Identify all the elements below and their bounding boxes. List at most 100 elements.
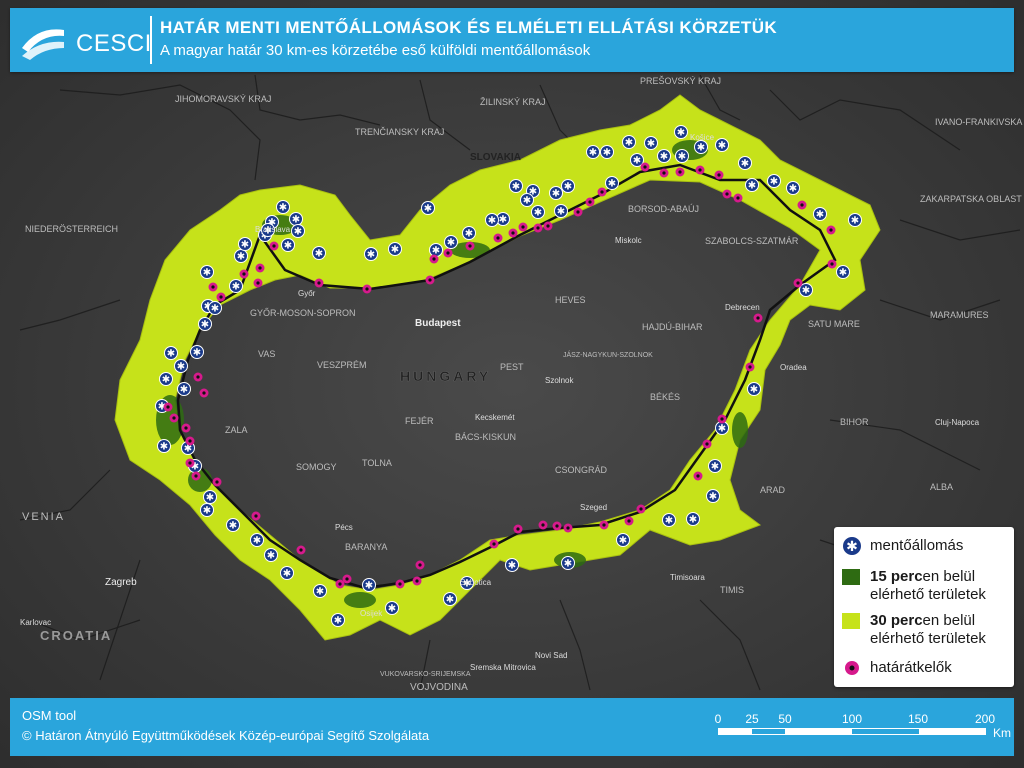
border-crossing-marker[interactable] <box>208 282 218 292</box>
ambulance-station-marker[interactable]: ✱ <box>157 439 171 453</box>
border-crossing-marker[interactable] <box>695 165 705 175</box>
border-crossing-marker[interactable] <box>425 275 435 285</box>
ambulance-station-marker[interactable]: ✱ <box>250 533 264 547</box>
border-crossing-marker[interactable] <box>722 189 732 199</box>
ambulance-station-marker[interactable]: ✱ <box>509 179 523 193</box>
border-crossing-marker[interactable] <box>702 439 712 449</box>
ambulance-station-marker[interactable]: ✱ <box>291 224 305 238</box>
border-crossing-marker[interactable] <box>513 524 523 534</box>
ambulance-station-marker[interactable]: ✱ <box>198 317 212 331</box>
ambulance-station-marker[interactable]: ✱ <box>505 558 519 572</box>
border-crossing-marker[interactable] <box>693 471 703 481</box>
ambulance-station-marker[interactable]: ✱ <box>561 556 575 570</box>
border-crossing-marker[interactable] <box>636 504 646 514</box>
ambulance-station-marker[interactable]: ✱ <box>200 265 214 279</box>
ambulance-station-marker[interactable]: ✱ <box>208 301 222 315</box>
ambulance-station-marker[interactable]: ✱ <box>331 613 345 627</box>
ambulance-station-marker[interactable]: ✱ <box>280 566 294 580</box>
border-crossing-marker[interactable] <box>640 162 650 172</box>
ambulance-station-marker[interactable]: ✱ <box>364 247 378 261</box>
border-crossing-marker[interactable] <box>518 222 528 232</box>
border-crossing-marker[interactable] <box>443 248 453 258</box>
ambulance-station-marker[interactable]: ✱ <box>549 186 563 200</box>
ambulance-station-marker[interactable]: ✱ <box>362 578 376 592</box>
ambulance-station-marker[interactable]: ✱ <box>520 193 534 207</box>
border-crossing-marker[interactable] <box>493 233 503 243</box>
ambulance-station-marker[interactable]: ✱ <box>429 243 443 257</box>
ambulance-station-marker[interactable]: ✱ <box>289 212 303 226</box>
border-crossing-marker[interactable] <box>185 436 195 446</box>
border-crossing-marker[interactable] <box>543 221 553 231</box>
ambulance-station-marker[interactable]: ✱ <box>738 156 752 170</box>
ambulance-station-marker[interactable]: ✱ <box>694 140 708 154</box>
border-crossing-marker[interactable] <box>826 225 836 235</box>
ambulance-station-marker[interactable]: ✱ <box>747 382 761 396</box>
border-crossing-marker[interactable] <box>253 278 263 288</box>
ambulance-station-marker[interactable]: ✱ <box>767 174 781 188</box>
ambulance-station-marker[interactable]: ✱ <box>708 459 722 473</box>
ambulance-station-marker[interactable]: ✱ <box>190 345 204 359</box>
border-crossing-marker[interactable] <box>251 511 261 521</box>
border-crossing-marker[interactable] <box>624 516 634 526</box>
ambulance-station-marker[interactable]: ✱ <box>706 489 720 503</box>
border-crossing-marker[interactable] <box>342 574 352 584</box>
ambulance-station-marker[interactable]: ✱ <box>561 179 575 193</box>
ambulance-station-marker[interactable]: ✱ <box>462 226 476 240</box>
ambulance-station-marker[interactable]: ✱ <box>174 359 188 373</box>
ambulance-station-marker[interactable]: ✱ <box>385 601 399 615</box>
ambulance-station-marker[interactable]: ✱ <box>443 592 457 606</box>
border-crossing-marker[interactable] <box>415 560 425 570</box>
ambulance-station-marker[interactable]: ✱ <box>531 205 545 219</box>
border-crossing-marker[interactable] <box>597 187 607 197</box>
border-crossing-marker[interactable] <box>314 278 324 288</box>
ambulance-station-marker[interactable]: ✱ <box>312 246 326 260</box>
border-crossing-marker[interactable] <box>395 579 405 589</box>
border-crossing-marker[interactable] <box>659 168 669 178</box>
border-crossing-marker[interactable] <box>717 414 727 424</box>
ambulance-station-marker[interactable]: ✱ <box>715 138 729 152</box>
border-crossing-marker[interactable] <box>181 423 191 433</box>
ambulance-station-marker[interactable]: ✱ <box>662 513 676 527</box>
border-crossing-marker[interactable] <box>753 313 763 323</box>
border-crossing-marker[interactable] <box>191 471 201 481</box>
border-crossing-marker[interactable] <box>296 545 306 555</box>
border-crossing-marker[interactable] <box>793 278 803 288</box>
border-crossing-marker[interactable] <box>163 402 173 412</box>
border-crossing-marker[interactable] <box>745 362 755 372</box>
border-crossing-marker[interactable] <box>797 200 807 210</box>
ambulance-station-marker[interactable]: ✱ <box>203 490 217 504</box>
ambulance-station-marker[interactable]: ✱ <box>554 204 568 218</box>
border-crossing-marker[interactable] <box>362 284 372 294</box>
border-crossing-marker[interactable] <box>429 254 439 264</box>
border-crossing-marker[interactable] <box>827 259 837 269</box>
ambulance-station-marker[interactable]: ✱ <box>388 242 402 256</box>
ambulance-station-marker[interactable]: ✱ <box>234 249 248 263</box>
ambulance-station-marker[interactable]: ✱ <box>605 176 619 190</box>
ambulance-station-marker[interactable]: ✱ <box>674 125 688 139</box>
border-crossing-marker[interactable] <box>599 520 609 530</box>
border-crossing-marker[interactable] <box>216 292 226 302</box>
ambulance-station-marker[interactable]: ✱ <box>786 181 800 195</box>
border-crossing-marker[interactable] <box>489 539 499 549</box>
ambulance-station-marker[interactable]: ✱ <box>238 237 252 251</box>
ambulance-station-marker[interactable]: ✱ <box>813 207 827 221</box>
ambulance-station-marker[interactable]: ✱ <box>226 518 240 532</box>
ambulance-station-marker[interactable]: ✱ <box>600 145 614 159</box>
border-crossing-marker[interactable] <box>585 197 595 207</box>
ambulance-station-marker[interactable]: ✱ <box>836 265 850 279</box>
border-crossing-marker[interactable] <box>573 207 583 217</box>
ambulance-station-marker[interactable]: ✱ <box>200 503 214 517</box>
ambulance-station-marker[interactable]: ✱ <box>444 235 458 249</box>
border-crossing-marker[interactable] <box>255 263 265 273</box>
border-crossing-marker[interactable] <box>563 523 573 533</box>
ambulance-station-marker[interactable]: ✱ <box>644 136 658 150</box>
ambulance-station-marker[interactable]: ✱ <box>675 149 689 163</box>
ambulance-station-marker[interactable]: ✱ <box>264 548 278 562</box>
border-crossing-marker[interactable] <box>552 521 562 531</box>
ambulance-station-marker[interactable]: ✱ <box>848 213 862 227</box>
border-crossing-marker[interactable] <box>675 167 685 177</box>
border-crossing-marker[interactable] <box>169 413 179 423</box>
border-crossing-marker[interactable] <box>714 170 724 180</box>
ambulance-station-marker[interactable]: ✱ <box>177 382 191 396</box>
border-crossing-marker[interactable] <box>212 477 222 487</box>
